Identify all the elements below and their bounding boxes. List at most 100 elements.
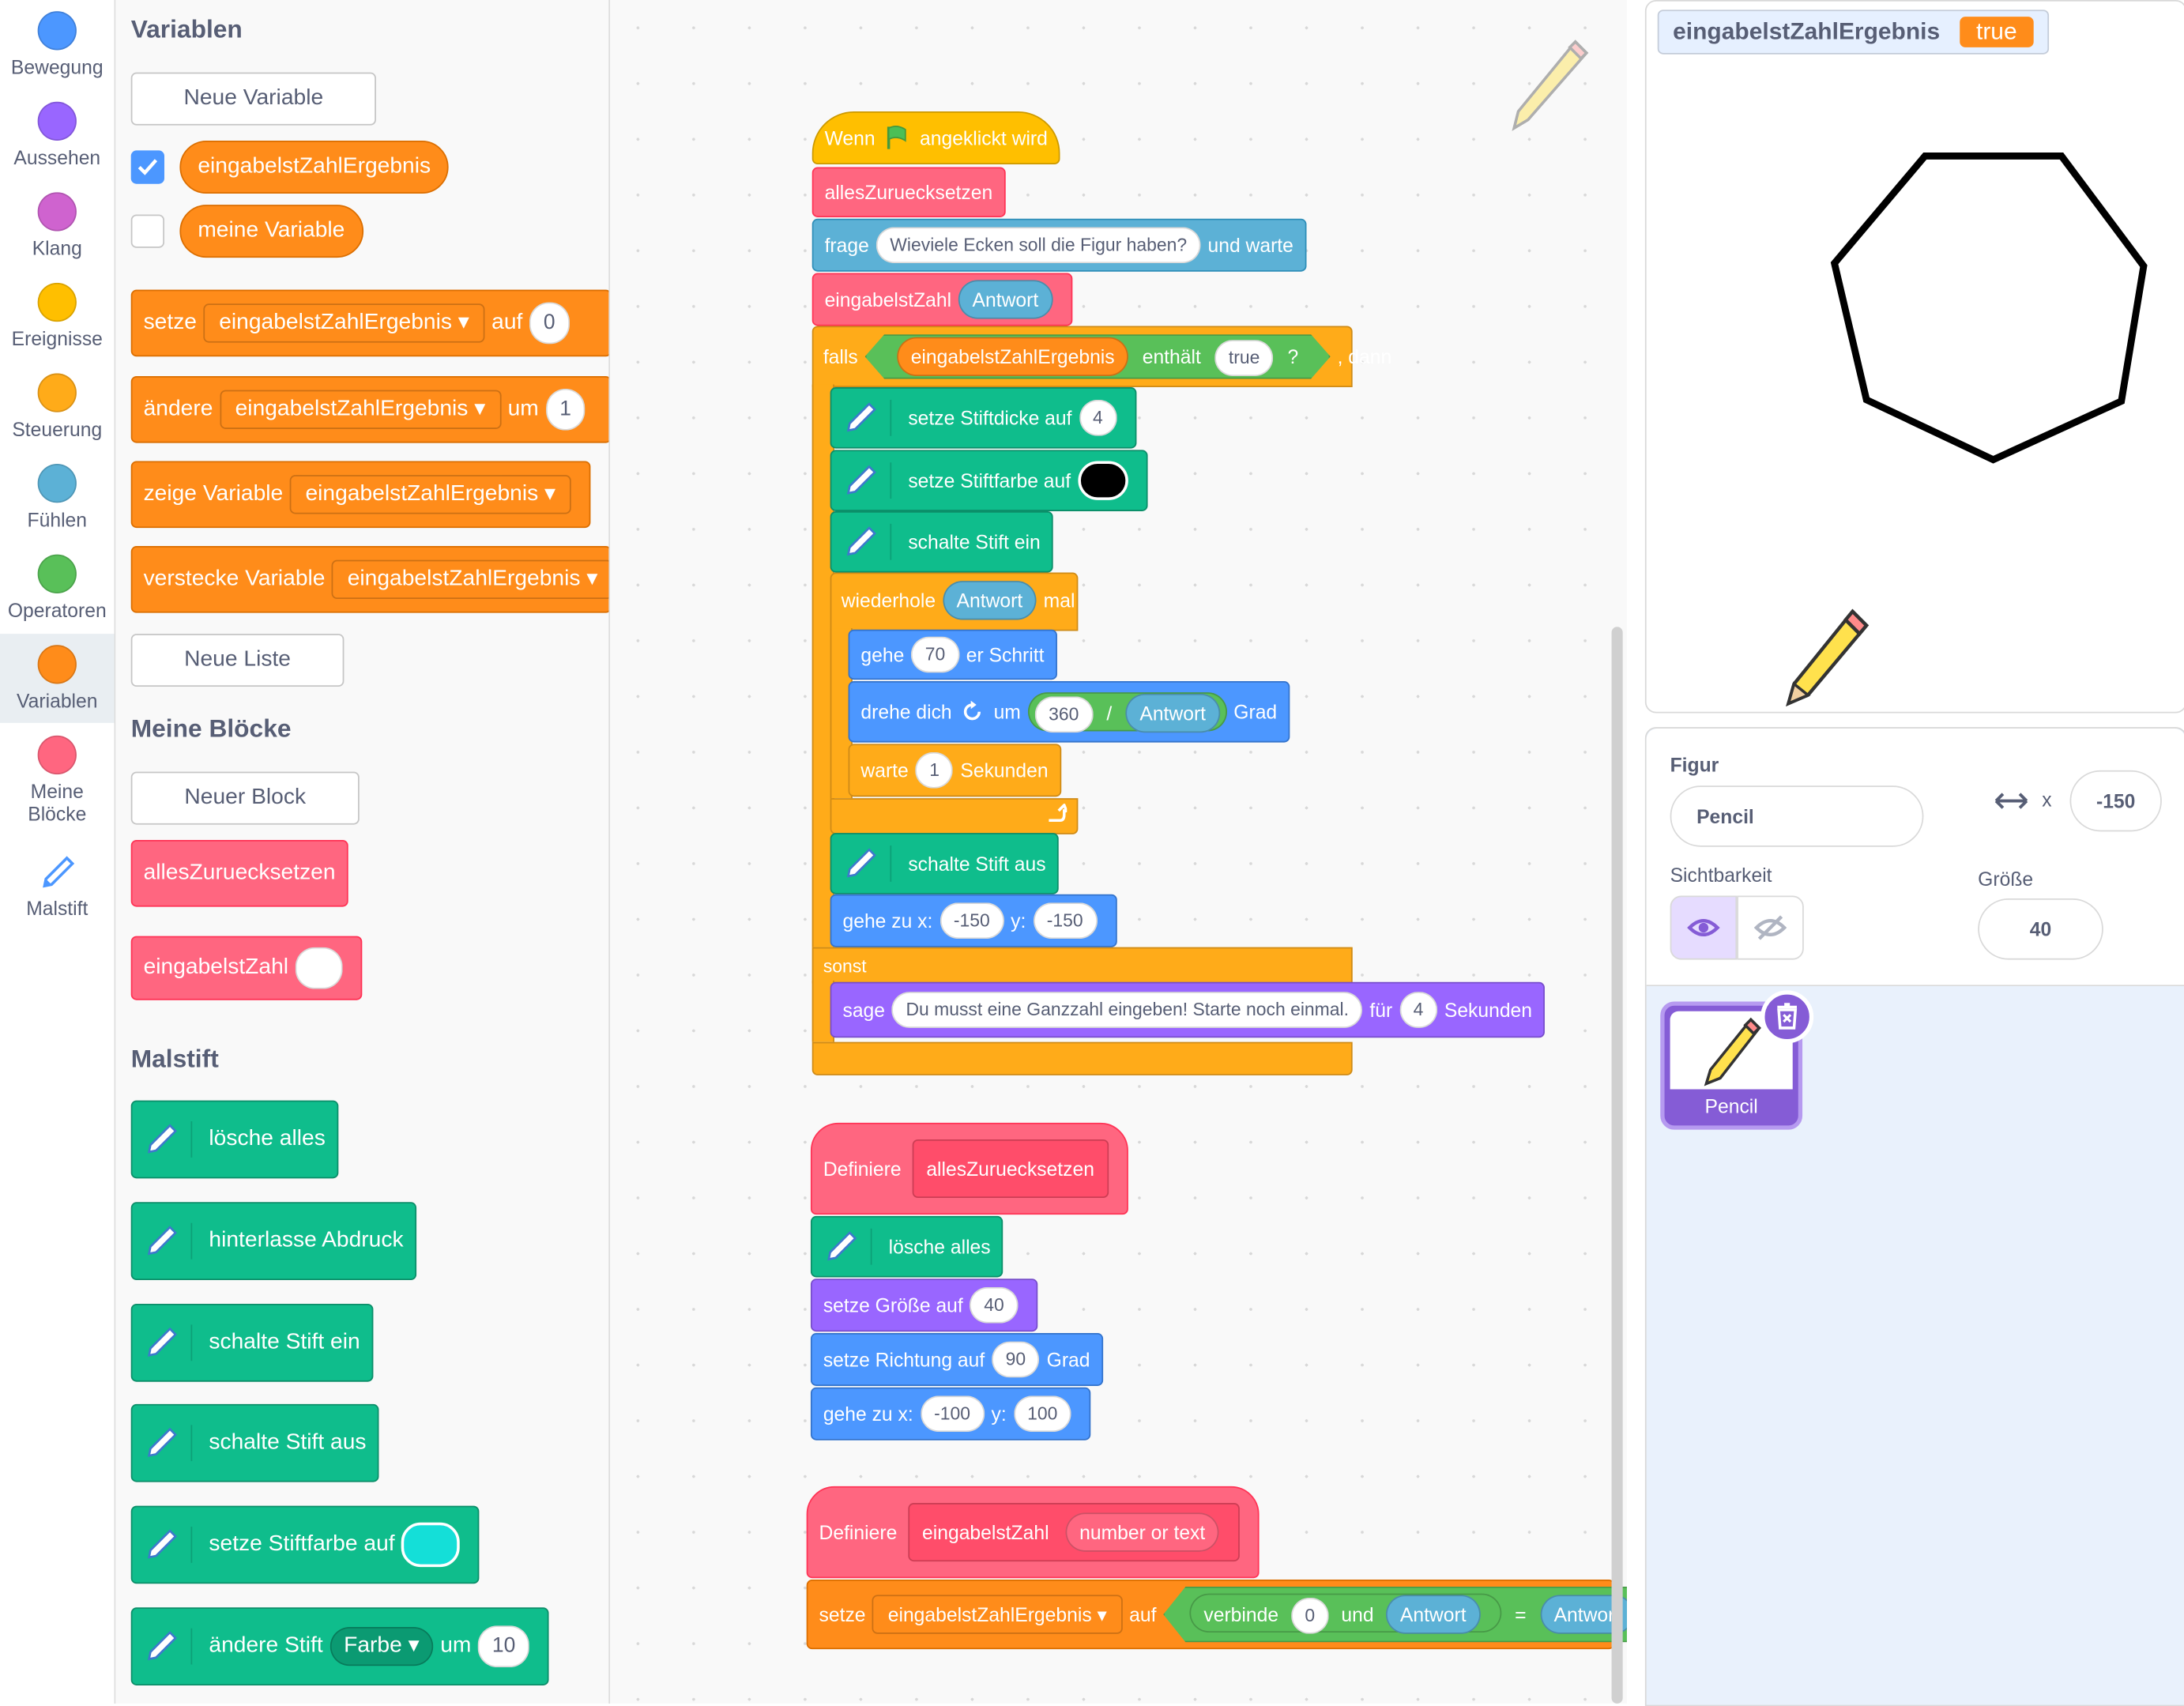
block-gehe-schritt[interactable]: gehe 70 er Schritt: [848, 629, 1057, 680]
block-zeige-variable[interactable]: zeige Variable eingabelstZahlErgebnis ▾: [130, 461, 591, 529]
sprite-watermark-pencil-icon: [1512, 40, 1589, 131]
show-sprite-button[interactable]: [1670, 895, 1738, 960]
code-area[interactable]: Wenn angeklickt wird allesZuruecksetzen …: [610, 0, 1627, 1704]
block-loesche-alles[interactable]: lösche alles: [810, 1215, 1004, 1278]
hat-green-flag[interactable]: Wenn angeklickt wird: [811, 111, 1060, 165]
block-warte[interactable]: warte 1 Sekunden: [848, 744, 1061, 797]
rotate-cw-icon: [964, 700, 981, 721]
repeat-arrow-icon: [1049, 804, 1068, 823]
variable-dropdown[interactable]: eingabelstZahlErgebnis ▾: [203, 303, 485, 343]
hide-sprite-button[interactable]: [1737, 895, 1804, 960]
delete-sprite-button[interactable]: [1760, 990, 1814, 1044]
aendere-value-input[interactable]: 1: [545, 388, 586, 431]
pen-param-dropdown[interactable]: Farbe ▾: [329, 1626, 434, 1666]
block-setze-variable[interactable]: setze eingabelstZahlErgebnis ▾ auf 0: [130, 289, 609, 357]
block-gehe-zu-xy[interactable]: gehe zu x: -150 y: -150: [830, 894, 1116, 947]
variable-reporter-ergebnis[interactable]: eingabelstZahlErgebnis: [179, 141, 450, 194]
new-variable-button[interactable]: Neue Variable: [130, 72, 376, 126]
if-else-footer: [811, 1041, 1353, 1075]
block-schalte-stift-aus[interactable]: schalte Stift aus: [830, 833, 1059, 894]
block-setze-stiftdicke[interactable]: setze Stiftdicke auf 4: [830, 387, 1137, 449]
block-schalte-stift-ein[interactable]: schalte Stift ein: [830, 510, 1053, 573]
figur-label: Figur: [1670, 753, 1719, 776]
aendere-stift-value[interactable]: 10: [478, 1625, 529, 1668]
drawn-heptagon: [1830, 153, 2148, 464]
sprite-name-input[interactable]: Pencil: [1670, 785, 1924, 847]
klang-dot-icon: [37, 192, 77, 232]
condition-enthaelt[interactable]: eingabelstZahlErgebnis enthält true ?: [865, 334, 1331, 378]
block-aendere-variable[interactable]: ändere eingabelstZahlErgebnis ▾ um 1: [130, 375, 609, 443]
define-eingabelst-zahl[interactable]: Definiere eingabelstZahl number or text: [806, 1486, 1260, 1579]
define-alles-zuruecksetzen[interactable]: Definiere allesZuruecksetzen: [810, 1122, 1128, 1215]
category-aussehen[interactable]: Aussehen: [0, 91, 115, 180]
block-sage[interactable]: sage Du musst eine Ganzzahl eingeben! St…: [830, 981, 1545, 1038]
antwort-reporter[interactable]: Antwort: [958, 280, 1052, 319]
x-input[interactable]: -150: [2069, 770, 2162, 832]
block-setze-stiftfarbe[interactable]: setze Stiftfarbe auf: [130, 1505, 480, 1584]
divide-operator[interactable]: 360 / Antwort: [1027, 692, 1227, 733]
variable-dropdown[interactable]: eingabelstZahlErgebnis ▾: [332, 559, 609, 600]
join-operator[interactable]: verbinde 0 und Antwort: [1190, 1594, 1501, 1633]
block-alles-zuruecksetzen[interactable]: allesZuruecksetzen: [130, 839, 348, 907]
variable-dropdown[interactable]: eingabelstZahlErgebnis ▾: [290, 475, 571, 514]
variable-dropdown[interactable]: eingabelstZahlErgebnis ▾: [220, 390, 501, 429]
block-frage[interactable]: frage Wieviele Ecken soll die Figur habe…: [811, 218, 1306, 272]
trash-icon: [1777, 1003, 1798, 1030]
category-meine-bloecke[interactable]: Meine Blöcke: [0, 725, 115, 830]
frage-text-input[interactable]: Wieviele Ecken soll die Figur haben?: [875, 227, 1201, 264]
pen-icon: [842, 523, 892, 560]
x-label: x: [2042, 788, 2052, 811]
repeat-footer: [830, 798, 1079, 834]
category-bar: Bewegung Aussehen Klang Ereignisse Steue…: [0, 0, 116, 1704]
category-operatoren[interactable]: Operatoren: [0, 543, 115, 632]
repeat-header: wiederhole Antwort mal: [830, 575, 1086, 625]
category-fuehlen[interactable]: Fühlen: [0, 453, 115, 542]
call-eingabelst-zahl[interactable]: eingabelstZahl Antwort: [811, 273, 1072, 326]
block-setze-groesse[interactable]: setze Größe auf 40: [810, 1279, 1038, 1332]
pen-icon: [823, 1228, 872, 1265]
call-alles-zuruecksetzen[interactable]: allesZuruecksetzen: [811, 167, 1006, 217]
green-flag-icon: [887, 126, 907, 149]
category-bewegung[interactable]: Bewegung: [0, 0, 115, 89]
category-variablen[interactable]: Variablen: [0, 634, 115, 723]
pen-icon: [144, 1121, 193, 1158]
stage[interactable]: eingabelstZahlErgebnis true: [1644, 0, 2184, 714]
pen-color-black-swatch[interactable]: [1077, 461, 1128, 500]
category-steuerung[interactable]: Steuerung: [0, 362, 115, 451]
block-setze-stiftfarbe[interactable]: setze Stiftfarbe auf: [830, 450, 1148, 511]
block-schalte-stift-aus[interactable]: schalte Stift aus: [130, 1403, 379, 1482]
block-schalte-stift-ein[interactable]: schalte Stift ein: [130, 1303, 373, 1382]
setze-value-input[interactable]: 0: [529, 302, 570, 345]
block-drehe-dich[interactable]: drehe dich um 360 / Antwort Grad: [848, 681, 1290, 743]
var2-checkbox[interactable]: [130, 214, 165, 248]
fuehlen-dot-icon: [37, 464, 77, 503]
checkmark-icon: [137, 159, 158, 175]
pen-color-swatch[interactable]: [401, 1522, 461, 1568]
block-verstecke-variable[interactable]: verstecke Variable eingabelstZahlErgebni…: [130, 546, 609, 613]
sprite-info-fields: Figur Pencil x -150 Sichtbarkeit Größe 4…: [1646, 728, 2184, 987]
block-gehe-zu-xy-2[interactable]: gehe zu x: -100 y: 100: [810, 1387, 1091, 1440]
size-input[interactable]: 40: [1978, 898, 2103, 960]
category-klang[interactable]: Klang: [0, 181, 115, 270]
pencil-sprite-icon[interactable]: [1783, 601, 1874, 709]
block-aendere-stift[interactable]: ändere Stift Farbe ▾ um 10: [130, 1607, 549, 1685]
sprite-tile-label: Pencil: [1704, 1094, 1758, 1117]
category-ereignisse[interactable]: Ereignisse: [0, 272, 115, 361]
var1-checkbox[interactable]: [130, 150, 165, 184]
code-area-scrollbar[interactable]: [1611, 627, 1623, 1704]
define-prototype[interactable]: eingabelstZahl number or text: [908, 1503, 1241, 1562]
block-eingabelst-zahl[interactable]: eingabelstZahl: [130, 936, 363, 1000]
equals-operator[interactable]: verbinde 0 und Antwort = Antwort: [1163, 1587, 1627, 1643]
block-loesche-alles[interactable]: lösche alles: [130, 1100, 338, 1179]
block-hinterlasse-abdruck[interactable]: hinterlasse Abdruck: [130, 1202, 416, 1281]
category-malstift[interactable]: Malstift: [0, 842, 115, 931]
block-setze-richtung[interactable]: setze Richtung auf 90 Grad: [810, 1332, 1103, 1386]
new-list-button[interactable]: Neue Liste: [130, 634, 345, 687]
variable-reporter-meine-variable[interactable]: meine Variable: [179, 205, 363, 258]
block-setze-ergebnis[interactable]: setze eingabelstZahlErgebnis ▾ auf verbi…: [806, 1580, 1614, 1650]
falls-header: falls eingabelstZahlErgebnis enthält tru…: [812, 332, 1403, 382]
variable-monitor[interactable]: eingabelstZahlErgebnis true: [1657, 9, 2050, 55]
new-block-button[interactable]: Neuer Block: [130, 771, 360, 825]
variable-dropdown[interactable]: eingabelstZahlErgebnis ▾: [872, 1595, 1123, 1634]
eingabelst-zahl-input[interactable]: [295, 947, 343, 989]
